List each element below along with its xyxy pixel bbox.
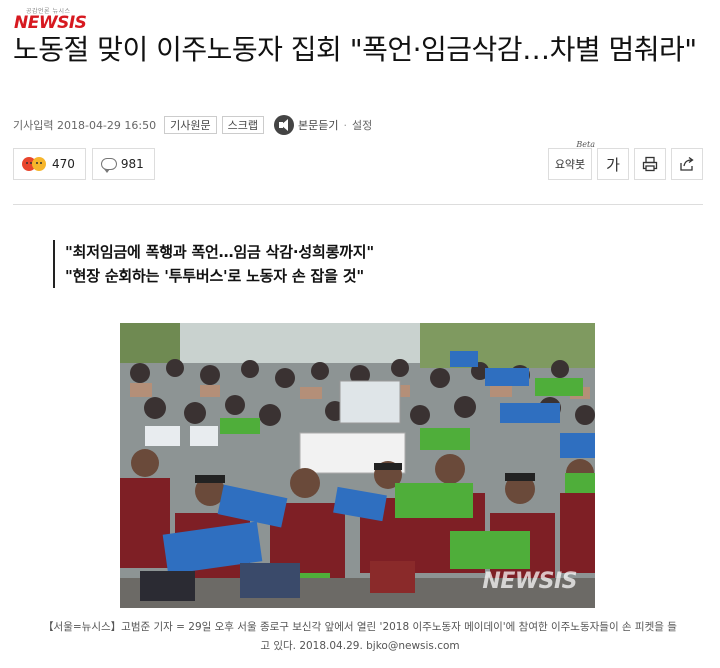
- summary-bot-label: 요약봇: [554, 158, 586, 171]
- summary-bot-button[interactable]: 요약봇 Beta: [548, 140, 595, 180]
- emotion-button[interactable]: 470: [13, 148, 86, 180]
- share-icon: [680, 156, 694, 171]
- print-icon: [642, 156, 658, 172]
- emotion-count: 470: [52, 157, 75, 171]
- comment-count: 981: [120, 157, 144, 171]
- original-article-button[interactable]: 기사원문: [164, 116, 217, 134]
- published-date: 기사입력 2018-04-29 16:50: [13, 119, 157, 132]
- article-photo[interactable]: NEWSIS: [120, 323, 595, 608]
- beta-badge: Beta: [576, 140, 595, 149]
- font-size-label: 가: [606, 155, 620, 174]
- print-button[interactable]: [634, 148, 666, 180]
- speaker-icon: [273, 115, 294, 135]
- photo-watermark: NEWSIS: [482, 569, 577, 594]
- rally-photo-illustration: [120, 323, 595, 608]
- article-title: 노동절 맞이 이주노동자 집회 "폭언·임금삭감…차별 멈춰라": [13, 33, 697, 66]
- article-tools: 요약봇 Beta 가: [543, 140, 703, 180]
- share-button[interactable]: [671, 148, 703, 180]
- comment-bubble-icon: [100, 158, 117, 173]
- subheadline-1: "최저임금에 폭행과 폭언…임금 삭감·성희롱까지": [65, 243, 374, 261]
- newsis-logo[interactable]: 공감언론 뉴시스 NEWSIS: [14, 6, 94, 33]
- comment-button[interactable]: 981: [91, 148, 155, 180]
- settings-link[interactable]: 설정: [352, 117, 372, 133]
- article-meta: 기사입력 2018-04-29 16:50 기사원문 스크랩 본문듣기 · 설정: [13, 115, 372, 135]
- separator-dot: ·: [343, 118, 347, 132]
- surprised-emoji-icon: [32, 157, 46, 171]
- photo-caption: 【서울=뉴시스】고범준 기자 = 29일 오후 서울 종로구 보신각 앞에서 열…: [43, 621, 677, 652]
- font-size-button[interactable]: 가: [597, 148, 629, 180]
- scrap-button[interactable]: 스크랩: [221, 116, 264, 134]
- listen-button[interactable]: 본문듣기: [273, 115, 339, 135]
- article-subheadlines: "최저임금에 폭행과 폭언…임금 삭감·성희롱까지" "현장 순회하는 '투투버…: [53, 240, 374, 288]
- reaction-bar: 470 981: [13, 148, 161, 180]
- header-divider: [13, 204, 703, 205]
- subheadline-2: "현장 순회하는 '투투버스'로 노동자 손 잡을 것": [65, 267, 364, 285]
- listen-label: 본문듣기: [297, 119, 339, 132]
